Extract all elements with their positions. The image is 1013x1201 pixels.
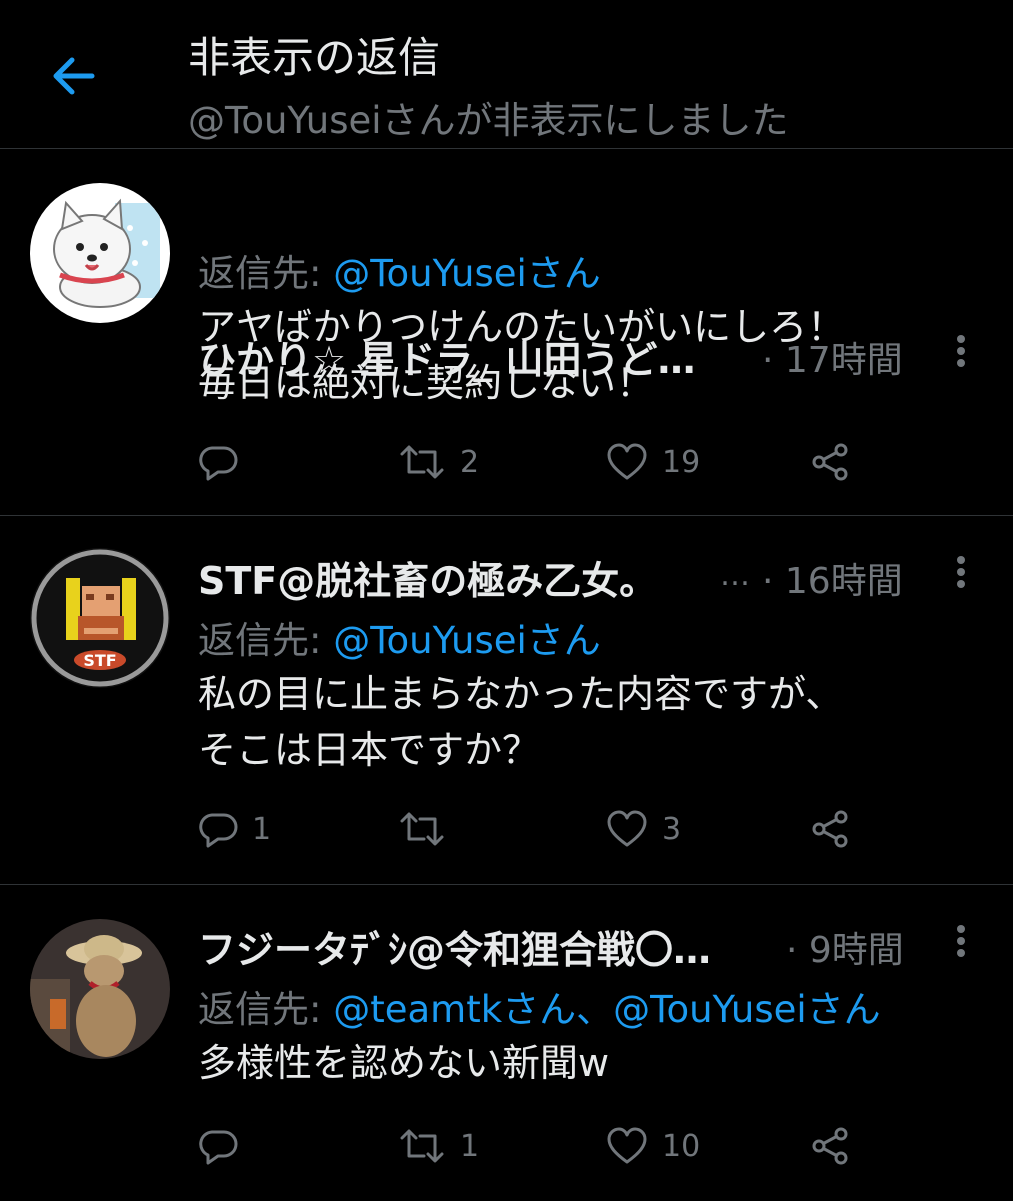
more-options-button[interactable] [951,552,971,592]
share-icon [812,810,848,848]
more-options-button[interactable] [951,331,971,371]
reply-icon [199,813,238,848]
reply-to-label: 返信先: [198,619,334,662]
tweet-text: 多様性を認めない新聞w [198,1035,609,1091]
retweet-button[interactable]: 2 [398,437,479,487]
retweet-count: 1 [460,1128,480,1164]
mention-link[interactable]: @TouYuseiさん [333,619,601,662]
dog-avatar-icon [30,183,170,323]
header: 非表示の返信 @TouYuseiさんが非表示にしました [0,0,1013,149]
more-vertical-icon [957,335,965,367]
like-button[interactable]: 3 [606,804,681,854]
tweet[interactable]: ひかり☆ 星ドラ_ 山田うど… · 17時間 返信先: @TouYuseiさん … [0,149,1013,516]
name-truncation: … [720,558,750,593]
retweet-icon [400,812,444,846]
like-count: 3 [662,811,682,847]
display-name[interactable]: STF@脱社畜の極み乙女。 [198,550,657,605]
heart-icon [607,810,647,847]
retweet-button[interactable] [398,804,460,854]
timestamp[interactable]: · 16時間 [762,552,903,604]
avatar[interactable] [30,919,170,1059]
back-button[interactable] [50,54,96,98]
mention-link[interactable]: @teamtkさん、@TouYuseiさん [333,988,880,1031]
like-count: 10 [662,1128,701,1164]
avatar[interactable] [30,183,170,323]
reply-to: 返信先: @TouYuseiさん [198,243,601,297]
tweet-text-line: 毎日は絶対に契約しない！ [198,361,655,405]
share-button[interactable] [810,437,850,487]
retweet-icon [400,445,444,479]
reply-count: 1 [252,811,272,847]
pixel-avatar-icon: STF [30,548,170,688]
retweet-icon [400,1129,444,1163]
reply-button[interactable]: 1 [198,804,271,854]
heart-icon [607,1127,647,1164]
share-button[interactable] [810,804,850,854]
heart-icon [607,443,647,480]
timestamp[interactable]: · 9時間 [786,921,904,973]
more-vertical-icon [957,925,965,957]
share-icon [812,443,848,481]
avatar[interactable]: STF [30,548,170,688]
tweet-text-line: 私の目に止まらなかった内容ですが、 [198,672,844,716]
share-button[interactable] [810,1121,850,1171]
more-options-button[interactable] [951,921,971,961]
reply-button[interactable] [198,1121,252,1171]
more-vertical-icon [957,556,965,588]
tweet-text: 私の目に止まらなかった内容ですが、 そこは日本ですか？ [198,666,843,778]
reply-to-label: 返信先: [198,252,334,295]
like-count: 19 [662,444,701,480]
reply-button[interactable] [198,437,252,487]
share-icon [812,1127,848,1165]
mention-link[interactable]: @TouYuseiさん [333,252,601,295]
action-bar: 1 10 [198,1121,878,1171]
action-bar: 1 3 [198,804,878,854]
action-bar: 2 19 [198,437,878,487]
page-title: 非表示の返信 [188,33,441,82]
arrow-left-icon [53,57,95,95]
tweet-text-line: 多様性を認めない新聞w [198,1041,610,1085]
tweet[interactable]: フジータﾃﾞｼ@令和狸合戦〇… · 9時間 返信先: @teamtkさん、@To… [0,885,1013,1201]
tweet[interactable]: STF STF@脱社畜の極み乙女。 … · 16時間 返信先: @TouYuse… [0,516,1013,885]
reply-to: 返信先: @TouYuseiさん [198,610,601,664]
display-name[interactable]: フジータﾃﾞｼ@令和狸合戦〇… [198,919,711,974]
tweet-text-line: アヤばかりつけんのたいがいにしろ！ [198,305,846,349]
tweet-text: アヤばかりつけんのたいがいにしろ！ 毎日は絶対に契約しない！ [198,299,845,411]
reply-to: 返信先: @teamtkさん、@TouYuseiさん [198,979,881,1033]
like-button[interactable]: 10 [606,1121,700,1171]
reply-icon [199,446,238,481]
retweet-button[interactable]: 1 [398,1121,479,1171]
reply-icon [199,1130,238,1165]
like-button[interactable]: 19 [606,437,700,487]
avatar-label: STF [83,651,116,670]
retweet-count: 2 [460,444,480,480]
page-subtitle: @TouYuseiさんが非表示にしました [188,99,789,142]
tweet-text-line: そこは日本ですか？ [198,728,541,772]
reply-to-label: 返信先: [198,988,334,1031]
tanuki-avatar-icon [30,919,170,1059]
